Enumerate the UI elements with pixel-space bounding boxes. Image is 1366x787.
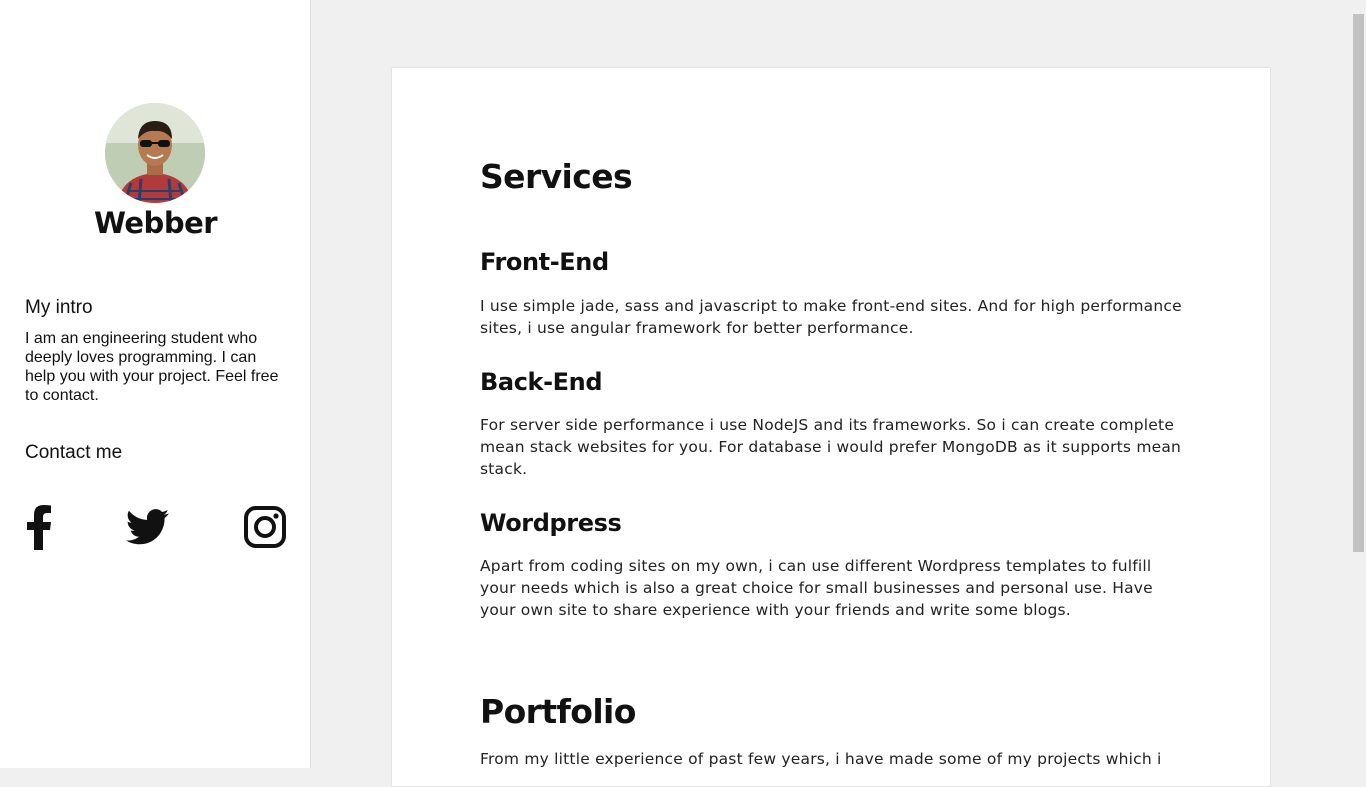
facebook-icon	[27, 505, 51, 550]
page-scrollbar[interactable]	[1351, 0, 1366, 768]
instagram-link[interactable]	[242, 503, 288, 551]
service-title-wordpress: Wordpress	[480, 509, 622, 537]
facebook-link[interactable]	[22, 503, 56, 551]
contact-heading: Contact me	[25, 442, 123, 463]
portfolio-heading: Portfolio	[480, 692, 636, 731]
service-title-frontend: Front-End	[480, 248, 609, 276]
scrollbar-thumb[interactable]	[1353, 14, 1364, 552]
avatar	[105, 103, 205, 203]
intro-heading: My intro	[25, 297, 93, 318]
portfolio-text: From my little experience of past few ye…	[480, 750, 1162, 768]
service-text-wordpress: Apart from coding sites on my own, i can…	[480, 557, 1153, 619]
service-text-backend: For server side performance i use NodeJS…	[480, 416, 1182, 478]
content-card: Services Front-End I use simple jade, sa…	[391, 67, 1271, 787]
instagram-icon	[244, 506, 286, 548]
intro-text: I am an engineering student who deeply l…	[25, 330, 279, 404]
service-title-backend: Back-End	[480, 368, 603, 396]
brand-name: Webber	[93, 206, 218, 240]
services-heading: Services	[480, 157, 633, 196]
twitter-icon	[126, 509, 169, 545]
twitter-link[interactable]	[126, 503, 170, 551]
service-text-frontend: I use simple jade, sass and javascript t…	[480, 297, 1182, 337]
sidebar: Webber My intro I am an engineering stud…	[0, 0, 311, 768]
